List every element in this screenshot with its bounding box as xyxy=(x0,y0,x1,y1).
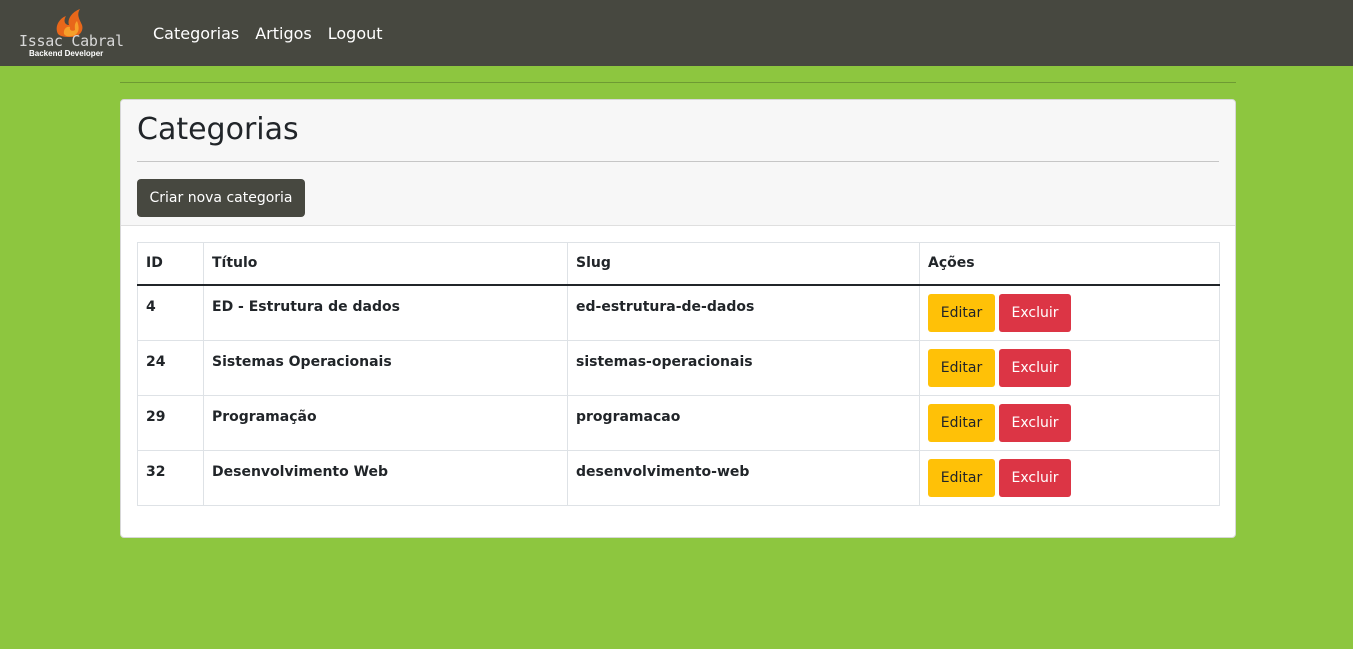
cell-id: 4 xyxy=(137,284,204,341)
delete-button[interactable]: Excluir xyxy=(999,404,1071,442)
table-header-row: ID Título Slug Ações xyxy=(137,242,1220,286)
cell-title: ED - Estrutura de dados xyxy=(203,284,568,341)
cell-title: Programação xyxy=(203,395,568,451)
cell-title: Sistemas Operacionais xyxy=(203,340,568,396)
brand-name: Issac Cabral xyxy=(19,32,124,50)
cell-slug: programacao xyxy=(567,395,920,451)
nav-item-artigos[interactable]: Artigos xyxy=(247,22,320,46)
table-row: 24 Sistemas Operacionais sistemas-operac… xyxy=(137,340,1220,396)
edit-button[interactable]: Editar xyxy=(928,294,995,332)
top-divider xyxy=(120,82,1236,83)
page-title: Categorias xyxy=(137,112,299,147)
cell-actions: Editar Excluir xyxy=(919,395,1220,451)
header-divider xyxy=(137,161,1219,162)
edit-button[interactable]: Editar xyxy=(928,404,995,442)
edit-button[interactable]: Editar xyxy=(928,459,995,497)
edit-button[interactable]: Editar xyxy=(928,349,995,387)
cell-id: 32 xyxy=(137,450,204,506)
cell-id: 24 xyxy=(137,340,204,396)
cell-slug: ed-estrutura-de-dados xyxy=(567,284,920,341)
top-navbar: Issac Cabral Backend Developer Categoria… xyxy=(0,0,1353,66)
cell-title: Desenvolvimento Web xyxy=(203,450,568,506)
nav-item-categorias[interactable]: Categorias xyxy=(145,22,247,46)
categories-table: ID Título Slug Ações 4 ED - Estrutura de… xyxy=(137,242,1220,506)
table-row: 29 Programação programacao Editar Excluir xyxy=(137,395,1220,451)
cell-actions: Editar Excluir xyxy=(919,340,1220,396)
categories-card: Categorias Criar nova categoria ID Títul… xyxy=(120,99,1236,538)
brand-logo[interactable]: Issac Cabral Backend Developer xyxy=(19,8,129,60)
column-header-title: Título xyxy=(203,242,568,286)
cell-slug: sistemas-operacionais xyxy=(567,340,920,396)
column-header-actions: Ações xyxy=(919,242,1220,286)
brand-subtitle: Backend Developer xyxy=(29,49,104,58)
column-header-id: ID xyxy=(137,242,204,286)
table-row: 32 Desenvolvimento Web desenvolvimento-w… xyxy=(137,450,1220,506)
cell-actions: Editar Excluir xyxy=(919,450,1220,506)
column-header-slug: Slug xyxy=(567,242,920,286)
create-category-button[interactable]: Criar nova categoria xyxy=(137,179,305,217)
delete-button[interactable]: Excluir xyxy=(999,349,1071,387)
cell-slug: desenvolvimento-web xyxy=(567,450,920,506)
table-row: 4 ED - Estrutura de dados ed-estrutura-d… xyxy=(137,284,1220,341)
card-header: Categorias Criar nova categoria xyxy=(121,100,1235,226)
cell-id: 29 xyxy=(137,395,204,451)
delete-button[interactable]: Excluir xyxy=(999,294,1071,332)
delete-button[interactable]: Excluir xyxy=(999,459,1071,497)
cell-actions: Editar Excluir xyxy=(919,284,1220,341)
nav-item-logout[interactable]: Logout xyxy=(320,22,391,46)
nav-menu: Categorias Artigos Logout xyxy=(145,22,391,46)
